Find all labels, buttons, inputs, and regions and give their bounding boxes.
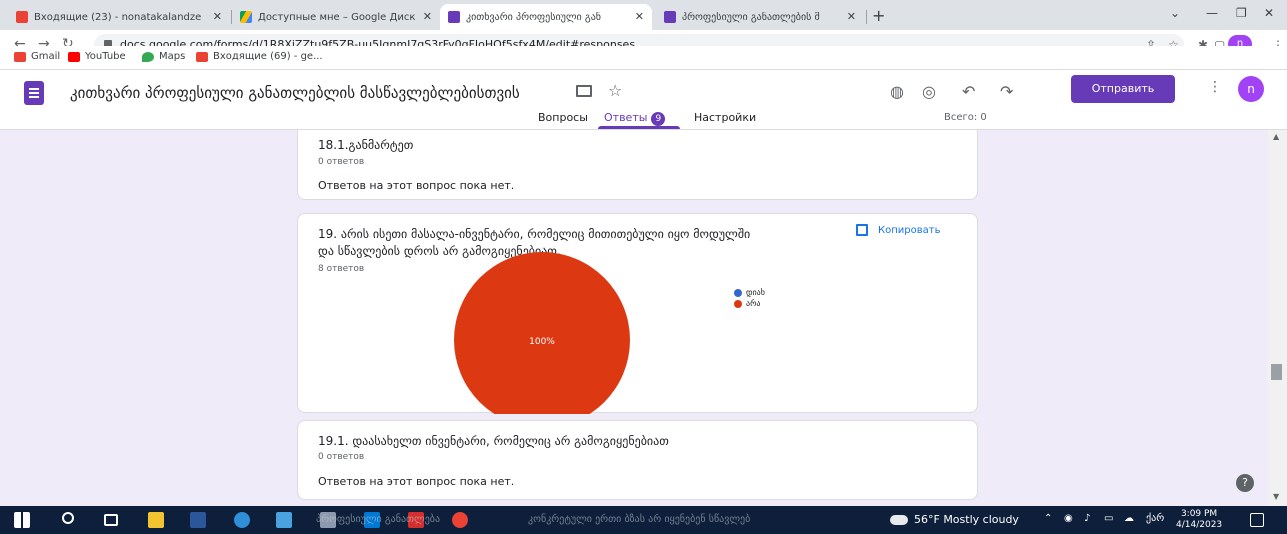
star-icon[interactable]: ☆ <box>608 81 622 100</box>
new-tab-button[interactable]: + <box>872 6 885 25</box>
edge-icon[interactable] <box>234 512 250 528</box>
tab-responses[interactable]: Ответы 9 <box>604 111 666 126</box>
chart-legend: დიახ არა <box>734 288 765 310</box>
no-responses-text: Ответов на этот вопрос пока нет. <box>318 475 515 488</box>
window-close-icon[interactable]: ✕ <box>1264 6 1274 20</box>
browser-tab-gmail[interactable]: Входящие (23) - nonatakalandze ✕ <box>8 4 230 30</box>
legend-color-swatch <box>734 288 742 297</box>
question-title: 18.1.განმარტეთ <box>318 138 414 152</box>
responses-count-badge: 9 <box>651 112 666 126</box>
bookmark-youtube[interactable]: YouTube <box>68 51 126 62</box>
task-view-icon[interactable] <box>104 514 118 526</box>
language-indicator[interactable]: ქარ <box>1146 513 1164 524</box>
legend-item-no: არა <box>734 299 765 308</box>
gmail-icon <box>196 51 208 62</box>
response-count: 0 ответов <box>318 157 365 167</box>
minimize-icon[interactable]: — <box>1206 6 1218 20</box>
bookmark-maps[interactable]: Maps <box>142 51 185 62</box>
question-card-19: 19. არის ისეთი მასალა-ინვენტარი, რომელიც… <box>297 213 978 414</box>
google-forms-icon <box>664 11 676 23</box>
display-icon[interactable]: ▭ <box>1104 513 1113 524</box>
responses-content: 18.1.განმარტეთ 0 ответов Ответов на этот… <box>0 130 1268 506</box>
tray-chevron-icon[interactable]: ⌃ <box>1044 513 1052 524</box>
tab-settings[interactable]: Настройки <box>694 111 756 124</box>
windows-start-icon[interactable] <box>14 512 30 528</box>
gmail-icon <box>16 11 28 23</box>
cloud-icon <box>890 514 908 525</box>
tab-search-icon[interactable]: ⌄ <box>1170 6 1180 20</box>
obscured-overlay-text: კონკრეტული ერთი ბზას არ იყენებენ სწავლებ <box>528 514 751 525</box>
obscured-overlay-text: პროფესიული განათლება <box>316 514 441 525</box>
search-icon[interactable] <box>62 512 74 524</box>
redo-icon[interactable]: ↷ <box>1000 82 1013 101</box>
weather-widget[interactable]: 56°F Mostly cloudy <box>890 513 1019 526</box>
close-icon[interactable]: ✕ <box>635 10 644 23</box>
bookmark-inbox[interactable]: Входящие (69) - ge... <box>196 51 323 62</box>
maps-icon <box>142 51 154 62</box>
no-responses-text: Ответов на этот вопрос пока нет. <box>318 179 515 192</box>
pie-chart: 100% <box>454 252 630 414</box>
help-icon[interactable]: ? <box>1236 474 1254 492</box>
scroll-down-arrow-icon[interactable]: ▼ <box>1273 492 1279 501</box>
restore-icon[interactable]: ❐ <box>1236 6 1247 20</box>
legend-item-yes: დიახ <box>734 288 765 297</box>
notification-icon[interactable] <box>1250 513 1264 527</box>
close-icon[interactable]: ✕ <box>423 10 432 23</box>
more-options-icon[interactable]: ⋮ <box>1208 79 1222 95</box>
bookmarks-bar: Gmail YouTube Maps Входящие (69) - ge... <box>0 46 1287 70</box>
palette-icon[interactable]: ◍ <box>890 82 904 101</box>
legend-color-swatch <box>734 299 742 308</box>
browser-tab-forms-2[interactable]: პროფესიული განათლების მ ✕ <box>656 4 864 30</box>
avatar[interactable]: n <box>1238 76 1264 102</box>
page-scrollbar[interactable]: ▲ ▼ <box>1268 130 1287 506</box>
onedrive-icon[interactable]: ☁ <box>1124 513 1134 524</box>
active-tab-indicator <box>598 126 680 129</box>
gmail-icon <box>14 51 26 62</box>
calculator-icon[interactable] <box>276 512 292 528</box>
chrome-icon[interactable] <box>452 512 468 528</box>
total-points: Всего: 0 <box>944 112 987 123</box>
close-icon[interactable]: ✕ <box>213 10 222 23</box>
form-title[interactable]: კითხვარი პროფესიული განათლებლის მასწავლე… <box>70 84 520 102</box>
response-count: 0 ответов <box>318 452 365 462</box>
send-button[interactable]: Отправить <box>1071 75 1175 103</box>
file-explorer-icon[interactable] <box>148 512 164 528</box>
word-icon[interactable] <box>190 512 206 528</box>
question-card-19-1: 19.1. დაასახელთ ინვენტარი, რომელიც არ გა… <box>297 420 978 500</box>
pie-slice-label: 100% <box>529 337 555 347</box>
bookmark-gmail[interactable]: Gmail <box>14 51 60 62</box>
network-icon[interactable]: ◉ <box>1064 513 1073 524</box>
pie-slice-1[interactable] <box>454 252 630 414</box>
forms-header: კითხვარი პროფესიული განათლებლის მასწავლე… <box>0 70 1287 130</box>
question-card-18-1: 18.1.განმარტეთ 0 ответов Ответов на этот… <box>297 130 978 200</box>
tab-questions[interactable]: Вопросы <box>538 111 588 124</box>
preview-eye-icon[interactable]: ◎ <box>922 82 936 101</box>
google-forms-icon <box>448 11 460 23</box>
question-title: 19.1. დაასახელთ ინვენტარი, რომელიც არ გა… <box>318 434 669 448</box>
close-icon[interactable]: ✕ <box>847 10 856 23</box>
folder-icon[interactable] <box>576 85 592 97</box>
browser-tab-bar: Входящие (23) - nonatakalandze ✕ Доступн… <box>0 0 1287 30</box>
scroll-up-arrow-icon[interactable]: ▲ <box>1273 132 1279 141</box>
system-clock[interactable]: 3:09 PM 4/14/2023 <box>1176 509 1222 531</box>
volume-icon[interactable]: ♪ <box>1084 513 1090 524</box>
google-forms-icon[interactable] <box>24 81 44 105</box>
browser-tab-forms-active[interactable]: კითხვარი პროფესიული გან ✕ <box>440 4 652 30</box>
google-drive-icon <box>240 11 252 23</box>
scroll-thumb[interactable] <box>1271 364 1282 380</box>
windows-taskbar: პროფესიული განათლება კონკრეტული ერთი ბზა… <box>0 506 1287 534</box>
tab-separator <box>866 10 867 24</box>
youtube-icon <box>68 51 80 62</box>
undo-icon[interactable]: ↶ <box>962 82 975 101</box>
browser-tab-drive[interactable]: Доступные мне – Google Диск ✕ <box>232 4 440 30</box>
